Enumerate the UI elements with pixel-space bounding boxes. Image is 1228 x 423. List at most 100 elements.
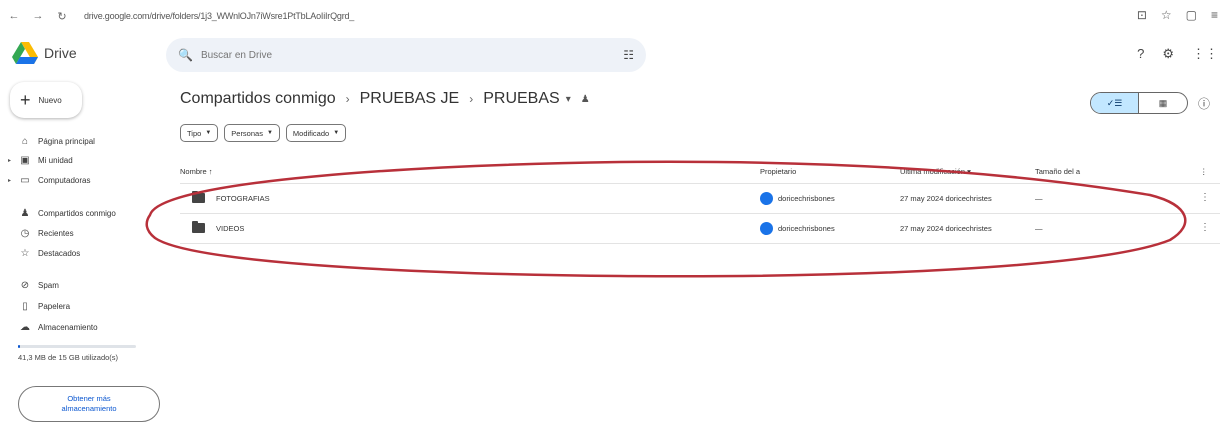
chevron-right-icon: › — [345, 92, 350, 106]
column-header-modified[interactable]: Última modificación ▾ — [900, 167, 971, 176]
file-table-header: Nombre ↑ Propietario Última modificación… — [180, 164, 1220, 180]
chevron-down-icon: ▼ — [205, 130, 212, 136]
list-view-button[interactable]: ✓☰ — [1091, 93, 1139, 113]
more-options-icon[interactable]: ⋮ — [1200, 167, 1208, 176]
drive-logo-icon — [12, 42, 38, 64]
filter-label: Tipo — [187, 128, 202, 138]
sidebar-item-label: Recientes — [38, 228, 74, 238]
search-icon[interactable]: 🔍 — [178, 48, 193, 62]
shared-folder-icon: ♟ — [580, 93, 590, 105]
browser-actions: ⊡ ☆ ▢ ≡ — [1137, 8, 1218, 22]
back-icon[interactable]: ← — [6, 8, 22, 24]
help-icon[interactable]: ? — [1137, 46, 1144, 62]
trash-icon: ▯ — [22, 300, 28, 312]
more-options-icon[interactable]: ⋮ — [1200, 222, 1210, 233]
avatar — [760, 222, 773, 235]
plus-icon: + — [20, 90, 31, 110]
sidebar-item-label: Destacados — [38, 248, 81, 258]
sidebar-item-label: Spam — [38, 280, 59, 290]
clock-icon: ◷ — [20, 227, 30, 239]
file-size: — — [1035, 194, 1043, 203]
new-button[interactable]: + Nuevo — [10, 82, 82, 118]
sidebar-item-label: Compartidos conmigo — [38, 208, 116, 218]
breadcrumb-folder-pruebas-je[interactable]: PRUEBAS JE — [360, 90, 460, 108]
file-name: VIDEOS — [216, 224, 245, 233]
shared-icon: ♟ — [20, 207, 30, 219]
tab-icon[interactable]: ▢ — [1186, 8, 1197, 22]
sidebar-item-my-drive[interactable]: ▸ ▣ Mi unidad — [8, 152, 73, 168]
storage-meter — [18, 345, 136, 348]
app-name: Drive — [44, 45, 77, 61]
apps-grid-icon[interactable]: ⋮⋮ — [1192, 46, 1218, 62]
row-divider — [180, 243, 1220, 244]
sidebar-item-label: Página principal — [38, 136, 95, 146]
search-options-icon[interactable]: ☷ — [623, 48, 634, 62]
new-button-label: Nuevo — [38, 95, 62, 105]
cast-icon[interactable]: ⊡ — [1137, 8, 1147, 22]
sidebar-item-label: Papelera — [38, 301, 71, 311]
storage-meter-fill — [18, 345, 21, 348]
reload-icon[interactable]: ↻ — [54, 8, 70, 24]
file-size: — — [1035, 224, 1043, 233]
header-actions: ? ⚙ ⋮⋮ — [1137, 46, 1218, 62]
filter-type[interactable]: Tipo ▼ — [180, 124, 219, 142]
breadcrumb-folder-pruebas[interactable]: PRUEBAS — [483, 90, 559, 108]
table-row[interactable]: VIDEOS doricechrisbones 27 may 2024 dori… — [180, 213, 1220, 243]
more-options-icon[interactable]: ⋮ — [1200, 192, 1210, 203]
modified-date: 27 may 2024 doricechristes — [900, 224, 992, 233]
file-name: FOTOGRAFIAS — [216, 194, 270, 203]
drive-icon: ▣ — [20, 154, 30, 166]
filter-modified[interactable]: Modificado ▼ — [285, 124, 347, 142]
menu-icon[interactable]: ≡ — [1211, 8, 1218, 22]
folder-icon — [192, 191, 205, 203]
owner-name: doricechrisbones — [778, 194, 835, 203]
sidebar-item-label: Almacenamiento — [38, 322, 98, 332]
storage-usage-text: 41,3 MB de 15 GB utilizado(s) — [18, 353, 119, 362]
chevron-right-icon: › — [469, 92, 474, 106]
modified-date: 27 may 2024 doricechristes — [900, 194, 992, 203]
sidebar-item-label: Computadoras — [38, 175, 91, 185]
info-icon[interactable]: ⓘ — [1198, 95, 1210, 112]
view-toggle: ✓☰ ▦ — [1090, 92, 1188, 114]
bookmark-star-icon[interactable]: ☆ — [1161, 8, 1172, 22]
sidebar-item-spam[interactable]: ⊘ Spam — [8, 277, 59, 293]
chevron-down-icon: ▼ — [333, 130, 340, 136]
column-header-owner[interactable]: Propietario — [760, 167, 796, 176]
table-row[interactable]: FOTOGRAFIAS doricechrisbones 27 may 2024… — [180, 183, 1220, 213]
browser-toolbar: ← → ↻ drive.google.com/drive/folders/1j3… — [0, 0, 1228, 32]
sidebar-item-storage[interactable]: ☁ Almacenamiento — [8, 319, 98, 335]
sidebar-item-trash[interactable]: ▯ Papelera — [8, 298, 70, 314]
home-icon: ⌂ — [21, 135, 29, 147]
address-bar[interactable]: drive.google.com/drive/folders/1j3_WWnlO… — [84, 11, 354, 21]
breadcrumb-shared-with-me[interactable]: Compartidos conmigo — [180, 90, 336, 108]
column-header-size[interactable]: Tamaño del a — [1035, 167, 1080, 176]
breadcrumb: Compartidos conmigo › PRUEBAS JE › PRUEB… — [180, 90, 590, 108]
chevron-down-icon: ▼ — [266, 130, 273, 136]
spam-icon: ⊘ — [20, 279, 30, 291]
filter-chips: Tipo ▼ Personas ▼ Modificado ▼ — [180, 124, 347, 142]
forward-icon[interactable]: → — [30, 8, 46, 24]
filter-people[interactable]: Personas ▼ — [224, 124, 280, 142]
search-bar[interactable]: 🔍 ☷ — [166, 38, 646, 72]
avatar — [760, 192, 773, 205]
sidebar-item-computers[interactable]: ▸ ▭ Computadoras — [8, 172, 90, 188]
settings-icon[interactable]: ⚙ — [1162, 46, 1174, 62]
filter-label: Personas — [231, 128, 263, 138]
folder-icon — [192, 221, 205, 233]
column-header-name[interactable]: Nombre ↑ — [180, 167, 213, 176]
star-icon: ☆ — [20, 247, 30, 259]
filter-label: Modificado — [292, 128, 330, 138]
computer-icon: ▭ — [20, 174, 30, 186]
sidebar-item-recent[interactable]: ◷ Recientes — [8, 225, 74, 241]
grid-view-button[interactable]: ▦ — [1139, 93, 1187, 113]
owner-name: doricechrisbones — [778, 224, 835, 233]
search-input[interactable] — [200, 49, 624, 61]
get-more-storage-button[interactable]: Obtener más almacenamiento — [18, 386, 160, 422]
sidebar-item-home[interactable]: ⌂ Página principal — [8, 133, 95, 149]
sidebar-item-shared[interactable]: ♟ Compartidos conmigo — [8, 205, 116, 221]
drive-logo[interactable]: Drive — [12, 42, 77, 64]
sidebar-item-starred[interactable]: ☆ Destacados — [8, 245, 81, 261]
sidebar-item-label: Mi unidad — [38, 155, 73, 165]
cloud-icon: ☁ — [20, 321, 30, 333]
chevron-down-icon[interactable]: ▾ — [566, 94, 571, 105]
